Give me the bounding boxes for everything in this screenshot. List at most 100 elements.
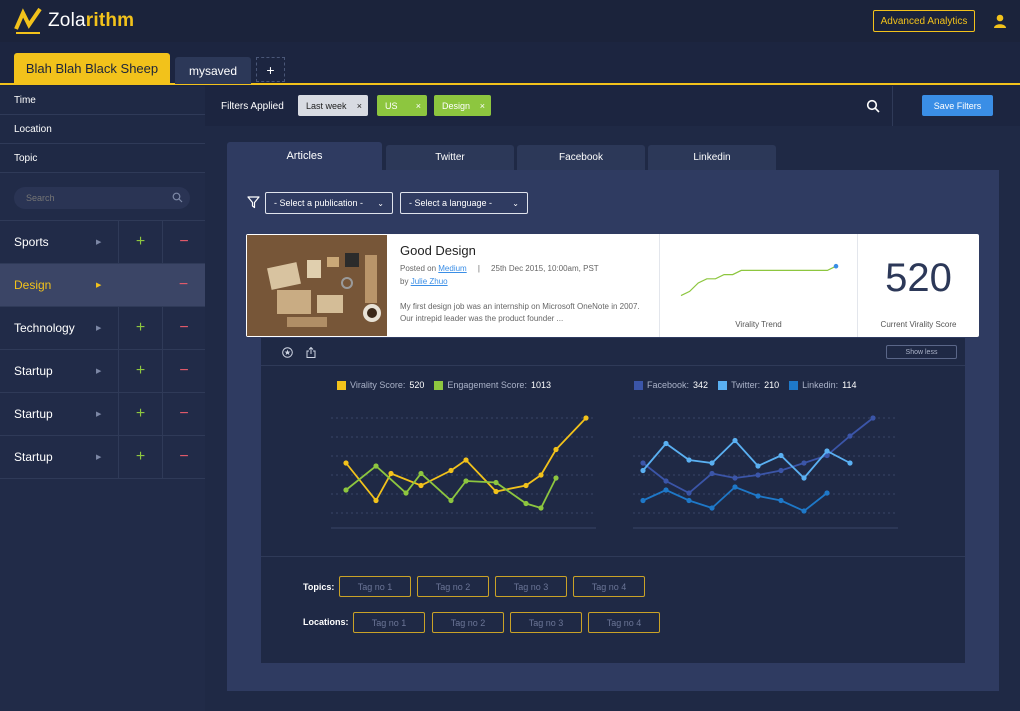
locations-label: Locations: <box>303 617 349 627</box>
remove-topic-button[interactable]: − <box>162 393 205 435</box>
data-point <box>801 508 807 514</box>
score-line-chart <box>331 415 596 529</box>
topic-tag[interactable]: Tag no 4 <box>573 576 645 597</box>
series-line <box>642 439 851 480</box>
data-point <box>403 490 409 496</box>
legend-swatch <box>434 380 444 390</box>
advanced-analytics-button[interactable]: Advanced Analytics <box>873 10 975 32</box>
topic-row-sports[interactable]: Sports ▶ + − <box>0 221 205 264</box>
search-icon[interactable] <box>866 99 880 113</box>
add-tab-button[interactable]: + <box>256 57 285 82</box>
select-value: - Select a language - <box>409 198 493 208</box>
article-thumbnail[interactable] <box>247 235 387 336</box>
remove-topic-button[interactable]: − <box>162 436 205 478</box>
data-point <box>343 487 349 493</box>
tab-twitter[interactable]: Twitter <box>386 145 514 170</box>
article-date: 25th Dec 2015, 10:00am, PST <box>491 264 599 273</box>
data-point <box>553 475 559 481</box>
sidebar-filter-time[interactable]: Time <box>0 86 205 115</box>
filter-chip-design[interactable]: Design × <box>434 95 491 116</box>
data-point <box>847 433 853 439</box>
series-line <box>642 485 828 513</box>
social-line-chart <box>633 415 898 529</box>
data-point <box>824 448 830 454</box>
remove-topic-button[interactable]: − <box>162 264 205 306</box>
brand-name: Zolarithm <box>48 10 135 31</box>
data-point <box>778 467 784 474</box>
data-point <box>538 472 544 478</box>
add-topic-button[interactable]: + <box>118 393 162 435</box>
sidebar-filter-topic[interactable]: Topic <box>0 144 205 173</box>
data-point <box>640 460 646 466</box>
publication-link[interactable]: Medium <box>438 264 466 273</box>
filter-icon[interactable] <box>247 196 260 209</box>
location-tag[interactable]: Tag no 3 <box>510 612 582 633</box>
tab-facebook[interactable]: Facebook <box>517 145 645 170</box>
tab-mysaved[interactable]: mysaved <box>175 57 251 84</box>
article-card[interactable]: Good Design Posted on Medium | 25th Dec … <box>246 234 979 337</box>
topic-row-design[interactable]: Design ▶ − <box>0 264 205 307</box>
topic-row-startup[interactable]: Startup ▶ + − <box>0 436 205 479</box>
remove-topic-button[interactable]: − <box>162 307 205 349</box>
star-icon[interactable] <box>282 347 293 358</box>
data-point <box>538 505 544 511</box>
chevron-down-icon: ⌄ <box>377 198 384 208</box>
close-icon[interactable]: × <box>416 101 421 111</box>
logo-icon <box>14 7 42 35</box>
data-point <box>755 493 761 499</box>
sidebar-search-input[interactable] <box>14 187 190 209</box>
data-point <box>686 497 692 504</box>
logo[interactable]: Zolarithm <box>14 7 134 35</box>
save-filters-button[interactable]: Save Filters <box>922 95 993 116</box>
topic-tag[interactable]: Tag no 2 <box>417 576 489 597</box>
divider <box>892 86 893 126</box>
divider <box>261 556 965 557</box>
filter-chip-us[interactable]: US × <box>377 95 427 116</box>
add-topic-button[interactable]: + <box>118 221 162 263</box>
sidebar-filter-location[interactable]: Location <box>0 115 205 144</box>
topic-row-startup[interactable]: Startup ▶ + − <box>0 350 205 393</box>
language-select[interactable]: - Select a language - ⌄ <box>400 192 528 214</box>
legend-label: Virality Score: <box>350 380 406 390</box>
data-point <box>343 460 349 466</box>
add-topic-button[interactable]: + <box>118 436 162 478</box>
author-link[interactable]: Julie Zhuo <box>411 277 448 286</box>
topic-row-technology[interactable]: Technology ▶ + − <box>0 307 205 350</box>
data-point <box>732 475 738 481</box>
legend-swatch <box>337 380 346 390</box>
user-icon[interactable] <box>993 14 1007 28</box>
topic-tag[interactable]: Tag no 1 <box>339 576 411 597</box>
add-topic-button[interactable]: + <box>118 307 162 349</box>
tab-articles[interactable]: Articles <box>227 142 382 170</box>
publication-select[interactable]: - Select a publication - ⌄ <box>265 192 393 214</box>
by-label: by <box>400 277 409 286</box>
remove-topic-button[interactable]: − <box>162 221 205 263</box>
search-icon[interactable] <box>172 192 183 203</box>
tab-linkedin[interactable]: Linkedin <box>648 145 776 170</box>
article-title[interactable]: Good Design <box>400 243 476 258</box>
close-icon[interactable]: × <box>480 101 485 111</box>
close-icon[interactable]: × <box>357 101 362 111</box>
data-point <box>418 470 424 477</box>
show-less-button[interactable]: Show less <box>886 345 957 359</box>
location-tag[interactable]: Tag no 4 <box>588 612 660 633</box>
virality-score-label: Current Virality Score <box>880 320 957 329</box>
location-tag[interactable]: Tag no 2 <box>432 612 504 633</box>
data-point <box>493 488 499 495</box>
topic-name: Technology <box>14 321 75 335</box>
data-point <box>418 482 424 489</box>
data-point <box>801 460 807 466</box>
chevron-right-icon: ▶ <box>96 282 102 289</box>
location-tag[interactable]: Tag no 1 <box>353 612 425 633</box>
filter-chip-last-week[interactable]: Last week × <box>298 95 368 116</box>
add-topic-button[interactable]: + <box>118 350 162 392</box>
remove-topic-button[interactable]: − <box>162 350 205 392</box>
topic-tag[interactable]: Tag no 3 <box>495 576 567 597</box>
tab-blah-blah-black-sheep[interactable]: Blah Blah Black Sheep <box>14 53 170 84</box>
share-icon[interactable] <box>306 347 316 358</box>
legend-label: Twitter: <box>731 380 761 390</box>
data-point <box>778 497 784 504</box>
legend-value: 210 <box>764 380 780 390</box>
chevron-right-icon: ▶ <box>96 239 102 246</box>
topic-row-startup[interactable]: Startup ▶ + − <box>0 393 205 436</box>
